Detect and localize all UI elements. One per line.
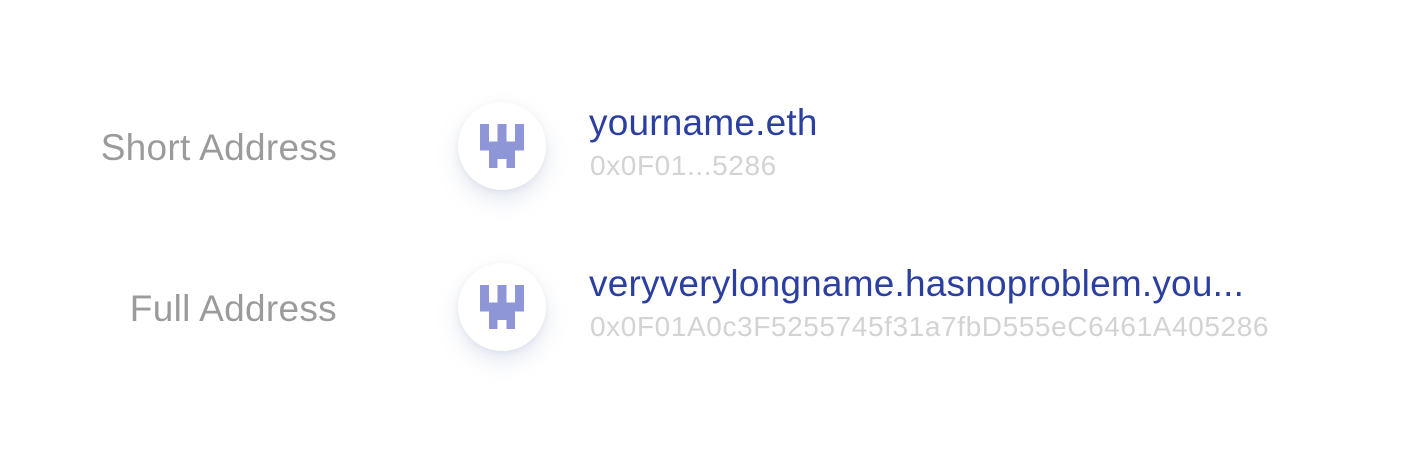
ens-name-full: veryverylongname.hasnoproblem.you... [589,263,1245,304]
row-label-full-address: Full Address [129,288,337,329]
identicon-avatar [458,263,546,351]
identicon-avatar [458,102,546,190]
address-row-full: Full Address veryverylongname.hasnoprobl… [0,257,1424,357]
ens-name-short: yourname.eth [589,102,818,143]
identicon-icon [480,124,524,168]
wallet-address-full: 0x0F01A0c3F5255745f31a7fbD555eC6461A4052… [590,311,1270,342]
row-label-short-address: Short Address [100,127,337,168]
identicon-icon [480,285,524,329]
wallet-address-short: 0x0F01...5286 [590,150,777,181]
address-row-short: Short Address yourname.eth 0x0F01...5286 [0,96,1424,196]
